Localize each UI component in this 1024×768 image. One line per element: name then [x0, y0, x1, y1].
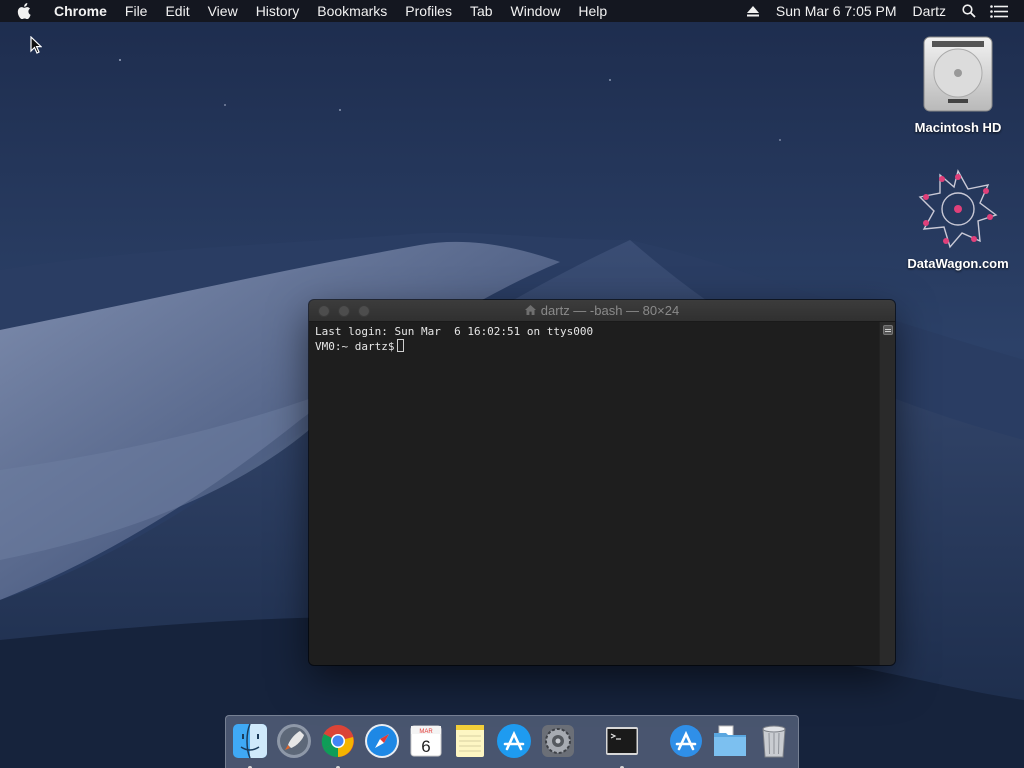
dock-item-calendar[interactable]: MAR 6 [408, 721, 444, 761]
calendar-day: 6 [421, 737, 430, 756]
trash-icon [762, 725, 786, 758]
dock-item-system-preferences[interactable] [540, 721, 576, 761]
terminal-title: dartz — -bash — 80×24 [524, 303, 680, 318]
calendar-month: MAR [419, 729, 433, 735]
menu-history[interactable]: History [247, 0, 309, 22]
datawagon-logo-icon [915, 166, 1001, 252]
notes-icon [456, 725, 484, 757]
dock-item-launchpad[interactable] [276, 721, 312, 761]
window-controls [318, 305, 370, 317]
launchpad-icon [277, 724, 311, 758]
dock-item-finder[interactable] [232, 721, 268, 768]
notification-center-icon[interactable] [984, 0, 1014, 22]
menu-help[interactable]: Help [569, 0, 616, 22]
terminal-content[interactable]: Last login: Sun Mar 6 16:02:51 on ttys00… [309, 322, 879, 665]
zoom-window-button[interactable] [358, 305, 370, 317]
desktop-icon-label: DataWagon.com [907, 256, 1009, 271]
spotlight-search-icon[interactable] [954, 0, 984, 22]
dock-item-trash[interactable] [756, 721, 792, 761]
eject-icon[interactable] [738, 0, 768, 22]
menu-app-name[interactable]: Chrome [54, 0, 116, 22]
minimize-window-button[interactable] [338, 305, 350, 317]
menu-profiles[interactable]: Profiles [396, 0, 461, 22]
terminal-title-bar[interactable]: dartz — -bash — 80×24 [309, 300, 895, 322]
dock-item-downloads[interactable] [712, 721, 748, 761]
desktop-icon-datawagon[interactable]: DataWagon.com [903, 166, 1013, 271]
terminal-icon [606, 727, 638, 755]
dock-item-chrome[interactable] [320, 721, 356, 768]
downloads-folder-icon [714, 725, 746, 756]
finder-icon [233, 723, 267, 759]
safari-icon [365, 724, 399, 758]
chrome-icon [321, 725, 354, 758]
desktop-icon-macintosh-hd[interactable]: Macintosh HD [903, 30, 1013, 135]
menu-view[interactable]: View [199, 0, 247, 22]
terminal-window[interactable]: dartz — -bash — 80×24 Last login: Sun Ma… [309, 300, 895, 665]
apple-menu-icon[interactable] [17, 3, 39, 19]
menu-edit[interactable]: Edit [156, 0, 198, 22]
menu-bar-status-area: Sun Mar 6 7:05 PM Dartz [738, 0, 1024, 22]
dock-item-safari[interactable] [364, 721, 400, 761]
menu-window[interactable]: Window [502, 0, 570, 22]
system-preferences-icon [542, 725, 574, 757]
dock-item-applications[interactable] [668, 721, 704, 761]
menu-bar: Chrome File Edit View History Bookmarks … [0, 0, 1024, 22]
terminal-title-text: dartz — -bash — 80×24 [540, 303, 680, 318]
terminal-scrollbar[interactable] [879, 322, 895, 665]
mouse-pointer-icon [30, 35, 43, 59]
desktop-icon-label: Macintosh HD [914, 120, 1002, 135]
split-pane-icon[interactable] [882, 325, 893, 335]
app-store-icon [497, 724, 531, 758]
menu-bar-clock[interactable]: Sun Mar 6 7:05 PM [768, 0, 905, 22]
close-window-button[interactable] [318, 305, 330, 317]
menu-file[interactable]: File [116, 0, 157, 22]
dock-item-app-store[interactable] [496, 721, 532, 761]
dock-item-notes[interactable] [452, 721, 488, 761]
terminal-prompt: VM0:~ dartz$ [315, 340, 395, 353]
dock-item-terminal[interactable] [604, 721, 640, 768]
text-cursor [397, 339, 405, 352]
terminal-line: Last login: Sun Mar 6 16:02:51 on ttys00… [315, 325, 594, 338]
home-folder-icon [524, 303, 536, 318]
applications-folder-icon [670, 725, 702, 757]
terminal-prompt-line: VM0:~ dartz$ [315, 339, 873, 354]
hard-drive-icon [915, 30, 1001, 116]
menu-bookmarks[interactable]: Bookmarks [308, 0, 396, 22]
dock: MAR 6 [225, 715, 799, 768]
menu-tab[interactable]: Tab [461, 0, 502, 22]
menu-bar-user[interactable]: Dartz [905, 0, 954, 22]
calendar-icon: MAR 6 [410, 725, 442, 757]
